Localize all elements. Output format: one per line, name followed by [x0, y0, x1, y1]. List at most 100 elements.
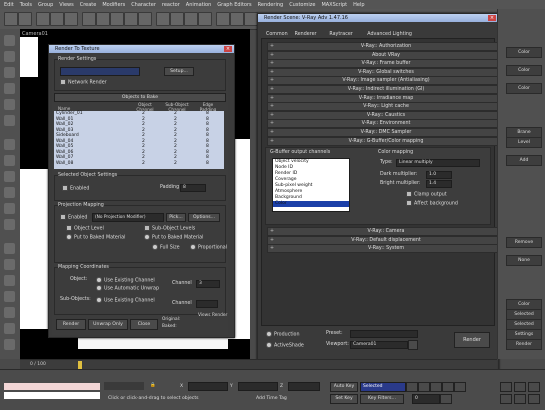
shape-icon[interactable]: [4, 171, 15, 182]
pick-button[interactable]: Pick...: [166, 213, 186, 222]
time-slider-thumb[interactable]: [78, 361, 82, 369]
unlink-icon[interactable]: [50, 12, 64, 26]
full-size-radio[interactable]: Full Size: [152, 244, 180, 251]
lock-selection-icon[interactable]: 🔒: [150, 383, 156, 388]
go-to-end-icon[interactable]: [454, 382, 466, 392]
zoom-all-icon[interactable]: [514, 382, 526, 392]
rs-title-bar[interactable]: Render Scene: V-Ray Adv 1.47.16 ×: [258, 14, 498, 22]
menu-item[interactable]: Character: [131, 2, 156, 8]
color-mapping-type-select[interactable]: Linear multiply: [396, 159, 480, 167]
dark-multiplier-input[interactable]: 1.0: [426, 171, 452, 179]
auto-key-button[interactable]: Auto Key: [330, 382, 358, 392]
window-icon[interactable]: [4, 339, 15, 350]
render-scene-icon[interactable]: [230, 12, 244, 26]
command-panel-button[interactable]: Add: [506, 155, 542, 166]
key-filters-button[interactable]: Key Filters...: [360, 394, 404, 404]
affect-background-checkbox[interactable]: Affect background: [406, 200, 458, 207]
maxscript-mini-listener[interactable]: [4, 392, 100, 399]
menu-item[interactable]: Tools: [20, 2, 32, 8]
command-panel-button[interactable]: Color: [506, 83, 542, 94]
padding-input[interactable]: 8: [180, 184, 206, 192]
pan-icon[interactable]: [514, 394, 526, 404]
select-icon[interactable]: [82, 12, 96, 26]
put-to-baked-radio-1[interactable]: Put to Baked Material: [66, 234, 125, 241]
use-auto-unwrap-radio[interactable]: Use Automatic Unwrap: [96, 285, 159, 292]
rollout-header[interactable]: + V-Ray:: System: [267, 244, 505, 254]
pm-enabled-checkbox[interactable]: Enabled: [60, 214, 87, 221]
compound-icon[interactable]: [4, 275, 15, 286]
close-icon[interactable]: ×: [224, 46, 232, 52]
rollout-header[interactable]: + V-Ray:: G-Buffer/Color mapping: [267, 136, 505, 146]
tab-advanced-lighting[interactable]: Advanced Lighting: [367, 32, 412, 37]
command-panel-button[interactable]: None: [506, 255, 542, 266]
select-by-name-icon[interactable]: [96, 12, 110, 26]
menu-item[interactable]: reactor: [162, 2, 180, 8]
use-existing-radio[interactable]: Use Existing Channel: [96, 277, 155, 284]
bind-icon[interactable]: [64, 12, 78, 26]
key-mode-select[interactable]: Selected: [360, 382, 406, 392]
quick-render-icon[interactable]: [244, 12, 258, 26]
put-to-baked-radio-2[interactable]: Put to Baked Material: [144, 234, 203, 241]
channel-input[interactable]: 3: [196, 280, 220, 288]
render-scene-button[interactable]: Render: [454, 332, 490, 348]
unwrap-only-button[interactable]: Unwrap Only: [88, 319, 128, 330]
projection-modifier-select[interactable]: (No Projection Modifier): [92, 213, 164, 222]
create-icon[interactable]: [4, 35, 15, 46]
preset-select[interactable]: [350, 330, 418, 338]
tab-renderer[interactable]: Renderer: [295, 32, 317, 37]
table-row[interactable]: Wall_08 2 2 8: [54, 161, 224, 167]
redo-icon[interactable]: [18, 12, 32, 26]
rotate-icon[interactable]: [124, 12, 138, 26]
object-level-checkbox[interactable]: Object Level: [66, 225, 104, 232]
close-icon[interactable]: ×: [488, 15, 496, 21]
sub-object-levels-checkbox[interactable]: Sub-Object Levels: [144, 225, 195, 232]
menu-item[interactable]: Customize: [289, 2, 315, 8]
patch-icon[interactable]: [4, 291, 15, 302]
nurbs-icon[interactable]: [4, 307, 15, 318]
x-coordinate[interactable]: [188, 382, 228, 391]
link-icon[interactable]: [36, 12, 50, 26]
time-config-icon[interactable]: [440, 394, 452, 404]
tab-raytracer[interactable]: Raytracer: [329, 32, 352, 37]
objects-to-bake-rollout[interactable]: Objects to Bake: [54, 93, 226, 102]
list-item[interactable]: Color: [273, 201, 349, 207]
helper-icon[interactable]: [4, 203, 15, 214]
activeshade-radio[interactable]: ActiveShade: [266, 342, 304, 349]
setup-button[interactable]: Setup...: [164, 67, 194, 76]
menu-item[interactable]: Modifiers: [102, 2, 125, 8]
fov-icon[interactable]: [500, 394, 512, 404]
hierarchy-icon[interactable]: [4, 67, 15, 78]
command-panel-button[interactable]: Color: [506, 65, 542, 76]
zoom-extents-icon[interactable]: [528, 382, 540, 392]
command-panel-button[interactable]: Remove: [506, 237, 542, 248]
system-icon[interactable]: [4, 243, 15, 254]
zoom-icon[interactable]: [500, 382, 512, 392]
material-editor-icon[interactable]: [216, 12, 230, 26]
menu-item[interactable]: Create: [80, 2, 97, 8]
viewport-select[interactable]: Camera01: [350, 341, 408, 349]
y-coordinate[interactable]: [238, 382, 278, 391]
proportional-radio[interactable]: Proportional: [190, 244, 227, 251]
move-icon[interactable]: [110, 12, 124, 26]
spacewarp-icon[interactable]: [4, 219, 15, 230]
snap-icon[interactable]: [156, 12, 170, 26]
menu-item[interactable]: Views: [59, 2, 73, 8]
menu-item[interactable]: Animation: [186, 2, 212, 8]
maxscript-listener[interactable]: [4, 383, 100, 390]
menu-item[interactable]: Graph Editors: [217, 2, 251, 8]
add-time-tag[interactable]: Add Time Tag: [256, 396, 287, 401]
scale-icon[interactable]: [138, 12, 152, 26]
modify-icon[interactable]: [4, 51, 15, 62]
prev-frame-icon[interactable]: [418, 382, 430, 392]
sub-use-existing-radio[interactable]: Use Existing Channel: [96, 297, 155, 304]
undo-icon[interactable]: [4, 12, 18, 26]
rtt-title-bar[interactable]: Render To Texture ×: [49, 45, 234, 53]
options-button[interactable]: Options...: [188, 213, 220, 222]
command-panel-button[interactable]: Level: [506, 137, 542, 148]
command-panel-button[interactable]: Render: [506, 339, 542, 350]
clamp-output-checkbox[interactable]: Clamp output: [406, 191, 447, 198]
go-to-start-icon[interactable]: [406, 382, 418, 392]
particle-icon[interactable]: [4, 259, 15, 270]
orbit-icon[interactable]: [528, 394, 540, 404]
sub-channel-input[interactable]: [196, 300, 218, 308]
